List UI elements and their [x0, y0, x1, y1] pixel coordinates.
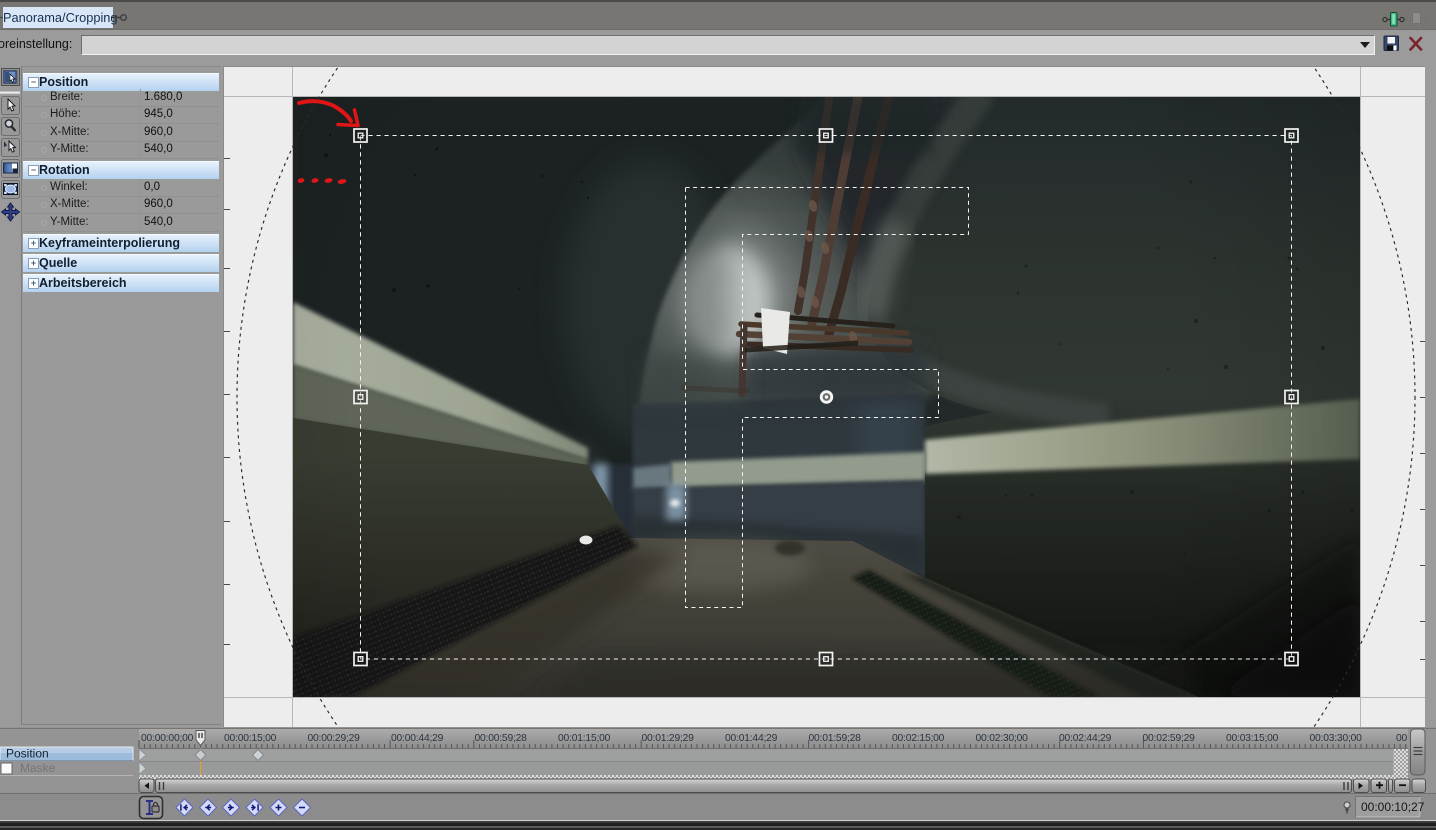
svg-text:00:02:30;00: 00:02:30;00 [976, 733, 1029, 744]
svg-text:00:01:15;00: 00:01:15;00 [558, 733, 611, 744]
svg-text:00:00:00;00: 00:00:00;00 [141, 733, 194, 744]
svg-text:00:02:44;29: 00:02:44;29 [1059, 733, 1112, 744]
svg-text:Maske: Maske [20, 761, 56, 775]
svg-text:00:01:44;29: 00:01:44;29 [725, 733, 778, 744]
svg-text:00:03:15;00: 00:03:15;00 [1226, 733, 1279, 744]
svg-text:00:00:29;29: 00:00:29;29 [308, 733, 361, 744]
svg-text:00:03:30;00: 00:03:30;00 [1310, 733, 1363, 744]
svg-text:00:00:59;28: 00:00:59;28 [475, 733, 528, 744]
svg-text:00: 00 [1396, 733, 1408, 744]
svg-text:00:00:10;27: 00:00:10;27 [1361, 800, 1425, 814]
svg-text:00:00:15;00: 00:00:15;00 [224, 733, 277, 744]
svg-text:00:01:29;29: 00:01:29;29 [642, 733, 695, 744]
svg-text:00:02:15;00: 00:02:15;00 [892, 733, 945, 744]
svg-text:00:02:59;29: 00:02:59;29 [1143, 733, 1196, 744]
svg-text:00:00:44;29: 00:00:44;29 [391, 733, 444, 744]
svg-text:Position: Position [6, 747, 49, 761]
svg-text:00:01:59;28: 00:01:59;28 [809, 733, 862, 744]
